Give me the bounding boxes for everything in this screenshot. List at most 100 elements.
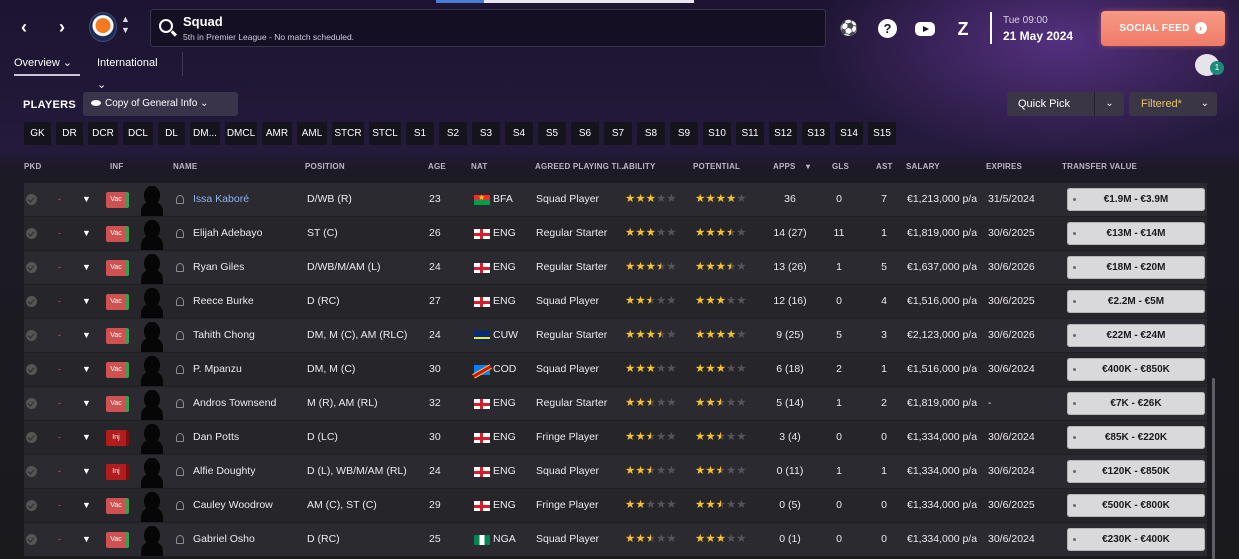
position-filter-s6[interactable]: S6 xyxy=(571,122,599,145)
transfer-value-button[interactable]: €120K - €850K xyxy=(1067,460,1205,483)
position-filter-s2[interactable]: S2 xyxy=(439,122,467,145)
chevron-down-icon[interactable]: ▼ xyxy=(82,387,91,420)
position-filter-s14[interactable]: S14 xyxy=(835,122,863,145)
chevron-down-icon[interactable]: ▼ xyxy=(82,319,91,352)
position-filter-gk[interactable]: GK xyxy=(24,122,51,145)
status-badge[interactable]: Vac xyxy=(106,226,129,242)
column-pkd[interactable]: PKD xyxy=(24,162,42,171)
column-expires[interactable]: EXPIRES xyxy=(986,162,1022,171)
check-icon[interactable] xyxy=(26,330,37,341)
table-row[interactable]: - ▼ Inj Alfie Doughty D (L), WB/M/AM (RL) 24 E… xyxy=(24,455,1207,489)
position-filter-stcl[interactable]: STCL xyxy=(369,122,401,145)
player-name[interactable]: P. Mpanzu xyxy=(193,353,242,386)
chevron-down-icon[interactable]: ▼ xyxy=(82,421,91,454)
position-filter-s13[interactable]: S13 xyxy=(802,122,830,145)
check-icon[interactable] xyxy=(26,432,37,443)
player-name[interactable]: Gabriel Osho xyxy=(193,523,255,556)
position-filter-s11[interactable]: S11 xyxy=(736,122,764,145)
player-name[interactable]: Issa Kaboré xyxy=(193,183,249,216)
transfer-value-button[interactable]: €1.9M - €3.9M xyxy=(1067,188,1205,211)
status-badge[interactable]: Vac xyxy=(106,362,129,378)
check-icon[interactable] xyxy=(26,228,37,239)
view-dropdown[interactable]: Copy of General Info ⌄ xyxy=(83,92,238,116)
table-row[interactable]: - ▼ Vac P. Mpanzu DM, M (C) 30 COD Squad Player… xyxy=(24,353,1207,387)
table-row[interactable]: - ▼ Vac Elijah Adebayo ST (C) 26 ENG Regular St… xyxy=(24,217,1207,251)
check-icon[interactable] xyxy=(26,194,37,205)
position-filter-s7[interactable]: S7 xyxy=(604,122,632,145)
table-row[interactable]: - ▼ Vac Issa Kaboré D/WB (R) 23 BFA Squad Playe… xyxy=(24,183,1207,217)
column-agreed[interactable]: AGREED PLAYING TI... xyxy=(535,162,626,171)
column-ability[interactable]: ABILITY xyxy=(623,162,656,171)
transfer-value-button[interactable]: €22M - €24M xyxy=(1067,324,1205,347)
status-badge[interactable]: Vac xyxy=(106,294,129,310)
help-icon[interactable]: ? xyxy=(878,19,897,38)
position-filter-s15[interactable]: S15 xyxy=(868,122,896,145)
column-position[interactable]: POSITION xyxy=(305,162,345,171)
position-filter-aml[interactable]: AML xyxy=(297,122,327,145)
table-row[interactable]: - ▼ Vac Reece Burke D (RC) 27 ENG Squad Player ★… xyxy=(24,285,1207,319)
position-filter-s10[interactable]: S10 xyxy=(703,122,731,145)
date-full[interactable]: 21 May 2024 xyxy=(1003,29,1073,43)
status-badge[interactable]: Inj xyxy=(106,464,129,480)
column-age[interactable]: AGE xyxy=(428,162,446,171)
position-filter-s12[interactable]: S12 xyxy=(769,122,797,145)
filter-dropdown[interactable]: Filtered* ⌄ xyxy=(1129,92,1217,116)
position-filter-amr[interactable]: AMR xyxy=(262,122,292,145)
chevron-down-icon[interactable]: ▼ xyxy=(82,523,91,556)
transfer-value-button[interactable]: €2.2M - €5M xyxy=(1067,290,1205,313)
chevron-down-icon[interactable]: ▼ xyxy=(82,183,91,216)
status-badge[interactable]: Vac xyxy=(106,532,129,548)
status-badge[interactable]: Vac xyxy=(106,396,129,412)
quick-pick-button[interactable]: Quick Pick ⌄ xyxy=(1007,92,1124,116)
table-row[interactable]: - ▼ Vac Tahith Chong DM, M (C), AM (RLC) 24 CU… xyxy=(24,319,1207,353)
position-filter-dcl[interactable]: DCL xyxy=(123,122,153,145)
position-filter-stcr[interactable]: STCR xyxy=(332,122,364,145)
search-bar[interactable]: Squad 5th in Premier League - No match s… xyxy=(150,9,826,47)
transfer-value-button[interactable]: €13M - €14M xyxy=(1067,222,1205,245)
position-filter-dl[interactable]: DL xyxy=(158,122,185,145)
player-name[interactable]: Ryan Giles xyxy=(193,251,244,284)
status-badge[interactable]: Vac xyxy=(106,192,129,208)
position-filter-dr[interactable]: DR xyxy=(56,122,83,145)
transfer-value-button[interactable]: €400K - €850K xyxy=(1067,358,1205,381)
chevron-down-icon[interactable]: ⌄ xyxy=(1094,92,1124,116)
football-icon[interactable]: ⚽ xyxy=(838,18,860,40)
column-name[interactable]: NAME xyxy=(173,162,197,171)
check-icon[interactable] xyxy=(26,364,37,375)
column-nat[interactable]: NAT xyxy=(471,162,487,171)
column-gls[interactable]: GLS xyxy=(832,162,849,171)
player-name[interactable]: Dan Potts xyxy=(193,421,239,454)
column-inf[interactable]: INF xyxy=(110,162,124,171)
chevron-down-icon[interactable]: ▼ xyxy=(82,217,91,250)
chevron-down-icon[interactable]: ▼ xyxy=(82,455,91,488)
position-filter-s8[interactable]: S8 xyxy=(637,122,665,145)
social-feed-button[interactable]: SOCIAL FEED › xyxy=(1101,11,1225,46)
position-filter-s4[interactable]: S4 xyxy=(505,122,533,145)
status-badge[interactable]: Inj xyxy=(106,430,129,446)
position-filter-dmcl[interactable]: DMCL xyxy=(225,122,257,145)
check-icon[interactable] xyxy=(26,500,37,511)
check-icon[interactable] xyxy=(26,398,37,409)
table-row[interactable]: - ▼ Vac Andros Townsend M (R), AM (RL) 32 ENG R… xyxy=(24,387,1207,421)
check-icon[interactable] xyxy=(26,262,37,273)
column-ast[interactable]: AST xyxy=(876,162,893,171)
player-name[interactable]: Tahith Chong xyxy=(193,319,255,352)
column-salary[interactable]: SALARY xyxy=(906,162,940,171)
transfer-value-button[interactable]: €500K - €800K xyxy=(1067,494,1205,517)
player-name[interactable]: Elijah Adebayo xyxy=(193,217,262,250)
position-filter-dcr[interactable]: DCR xyxy=(88,122,118,145)
player-name[interactable]: Andros Townsend xyxy=(193,387,276,420)
status-badge[interactable]: Vac xyxy=(106,260,129,276)
position-filter-s1[interactable]: S1 xyxy=(406,122,434,145)
table-row[interactable]: - ▼ Inj Dan Potts D (LC) 30 ENG Fringe Player ★★… xyxy=(24,421,1207,455)
column-apps[interactable]: APPS ▾ xyxy=(773,162,810,171)
scrollbar[interactable] xyxy=(1212,378,1215,559)
forward-button[interactable]: › xyxy=(52,17,72,37)
transfer-value-button[interactable]: €7K - €26K xyxy=(1067,392,1205,415)
table-row[interactable]: - ▼ Vac Gabriel Osho D (RC) 25 NGA Squad Player… xyxy=(24,523,1207,557)
chevron-down-icon[interactable]: ▼ xyxy=(82,353,91,386)
back-button[interactable]: ‹ xyxy=(14,17,34,37)
position-filter-s5[interactable]: S5 xyxy=(538,122,566,145)
club-crest[interactable] xyxy=(89,12,117,42)
player-name[interactable]: Reece Burke xyxy=(193,285,254,318)
